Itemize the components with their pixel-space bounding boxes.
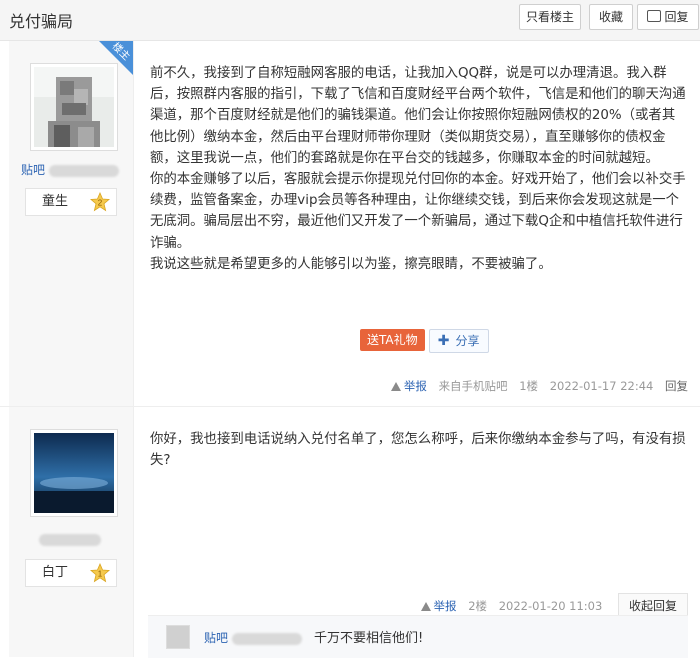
- post-paragraph: 你的本金赚够了以后，客服就会提示你提现兑付回你的本金。好戏开始了，他们会以补交手…: [150, 172, 686, 251]
- author-name-prefix: 贴吧: [21, 163, 46, 177]
- thread-header: 兑付骗局 只看楼主 收藏 回复: [0, 0, 700, 41]
- sub-reply-avatar[interactable]: [166, 625, 190, 649]
- report-icon: [420, 602, 431, 611]
- post-source: 来自手机贴吧: [438, 379, 508, 393]
- report-link[interactable]: 举报: [434, 599, 457, 613]
- reply-link[interactable]: 回复: [665, 379, 688, 393]
- level-name: 童生: [42, 194, 69, 209]
- level-number: 2: [98, 199, 103, 208]
- author-name[interactable]: [39, 529, 101, 548]
- post-paragraph: 前不久，我接到了自称短融网客服的电话，让我加入QQ群，说是可以办理清退。我入群后…: [150, 66, 686, 166]
- thread-title: 兑付骗局: [9, 12, 74, 31]
- avatar-image: [34, 433, 114, 513]
- author-sidebar: 白丁 1: [9, 407, 134, 657]
- post-content: 前不久，我接到了自称短融网客服的电话，让我加入QQ群，说是可以办理清退。我入群后…: [150, 63, 688, 275]
- floor-number: 2楼: [468, 599, 488, 613]
- avatar[interactable]: [30, 63, 118, 151]
- user-level-badge: 白丁 1: [25, 559, 117, 587]
- sub-reply-author-prefix: 贴吧: [204, 631, 229, 645]
- post-time: 2022-01-20 11:03: [498, 599, 603, 613]
- author-sidebar: 楼主 贴吧 童生 2: [9, 41, 134, 407]
- post-content: 你好，我也接到电话说纳入兑付名单了，您怎么称呼，后来你缴纳本金参与了吗，有没有损…: [150, 429, 688, 471]
- level-number: 1: [98, 570, 103, 579]
- sub-reply-text: 千万不要相信他们!: [314, 631, 424, 646]
- post-actions: 送TA礼物 ✚ 分享: [360, 329, 489, 353]
- sub-reply-author[interactable]: 贴吧: [204, 629, 302, 646]
- favorite-button[interactable]: 收藏: [589, 4, 633, 30]
- avatar[interactable]: [30, 429, 118, 517]
- reply-button[interactable]: 回复: [637, 4, 699, 30]
- post-time: 2022-01-17 22:44: [549, 379, 654, 393]
- plus-icon: ✚: [437, 333, 450, 349]
- level-star-icon: 2: [90, 192, 110, 212]
- sub-reply: 贴吧 千万不要相信他们!: [148, 615, 688, 658]
- author-name-blurred: [39, 533, 101, 546]
- author-name-blurred: [48, 164, 119, 177]
- share-button[interactable]: ✚ 分享: [428, 329, 489, 353]
- post-paragraph: 你好，我也接到电话说纳入兑付名单了，您怎么称呼，后来你缴纳本金参与了吗，有没有损…: [150, 432, 686, 469]
- avatar-image: [34, 67, 114, 147]
- user-level-badge: 童生 2: [25, 188, 117, 216]
- share-label: 分享: [455, 334, 480, 348]
- author-name[interactable]: 贴吧: [21, 161, 119, 178]
- post-floor-2: 白丁 1 你好，我也接到电话说纳入兑付名单了，您怎么称呼，后来你缴纳本金参与了吗…: [0, 406, 700, 658]
- sub-reply-author-blurred: [231, 632, 302, 645]
- reply-icon: [647, 10, 662, 22]
- only-op-button[interactable]: 只看楼主: [519, 4, 581, 30]
- send-gift-button[interactable]: 送TA礼物: [360, 329, 425, 351]
- level-name: 白丁: [42, 565, 69, 580]
- floor-number: 1楼: [519, 379, 539, 393]
- reply-button-label: 回复: [664, 10, 689, 24]
- level-star-icon: 1: [90, 563, 110, 583]
- post-paragraph: 我说这些就是希望更多的人能够引以为鉴，擦亮眼睛，不要被骗了。: [150, 256, 552, 272]
- post-meta: 举报 来自手机贴吧 1楼 2022-01-17 22:44 回复: [390, 378, 688, 394]
- post-floor-1: 楼主 贴吧 童生 2 前不久，我接到了自称短融网客服的电话，让我加入QQ群，说是…: [0, 41, 700, 407]
- report-link[interactable]: 举报: [404, 379, 427, 393]
- report-icon: [390, 382, 401, 391]
